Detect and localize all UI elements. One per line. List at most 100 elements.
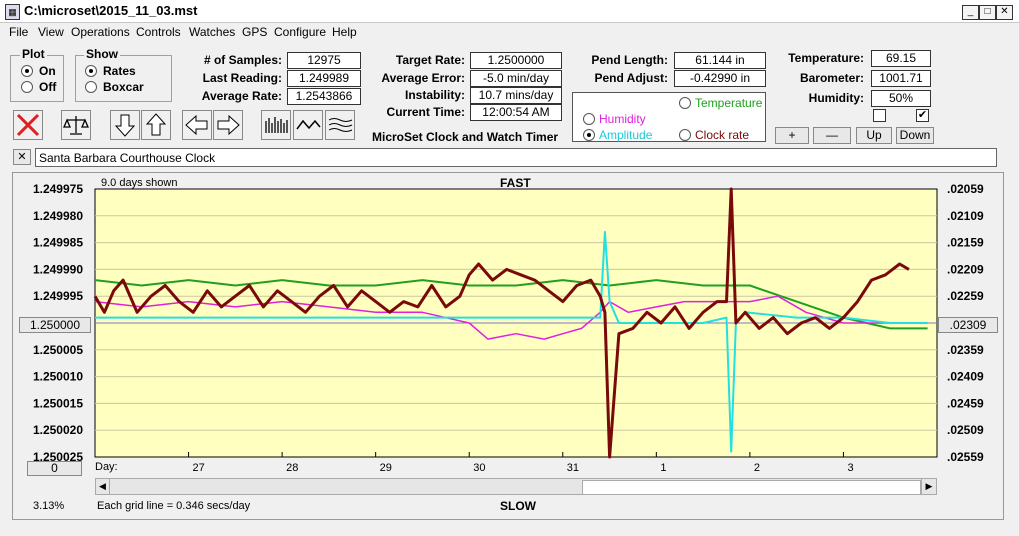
clock-name-field[interactable]: Santa Barbara Courthouse Clock (35, 148, 997, 167)
histogram-button[interactable] (261, 110, 291, 140)
y-tick-label: 1.250020 (33, 423, 83, 437)
instability-label: Instability: (404, 88, 465, 102)
right-arrow-button[interactable] (213, 110, 243, 140)
right-tick-label: .02559 (947, 450, 984, 464)
y-tick-label: 1.250025 (33, 450, 83, 464)
scroll-thumb[interactable] (582, 480, 921, 495)
y-tick-label: 1.250005 (33, 343, 83, 357)
checkbox-2[interactable]: ✔ (916, 109, 929, 122)
clock-rate-trace-label: Clock rate (695, 128, 750, 142)
y-tick-label: 1.249985 (33, 236, 83, 250)
app-subtitle: MicroSet Clock and Watch Timer (372, 130, 559, 144)
average-rate-label: Average Rate: (201, 89, 282, 103)
right-tick-label: .02109 (947, 209, 984, 223)
checkbox-1[interactable] (873, 109, 886, 122)
clear-name-button[interactable]: ✕ (13, 149, 31, 165)
waveform-icon (296, 119, 321, 130)
clock-name-text: Santa Barbara Courthouse Clock (39, 151, 216, 165)
menu-gps[interactable]: GPS (242, 25, 267, 39)
grid-note: Each grid line = 0.346 secs/day (97, 500, 251, 512)
x-tick-labels: 27 28 29 30 31 1 2 3 (193, 462, 854, 473)
current-time-value: 12:00:54 AM (470, 104, 562, 121)
show-boxcar-label: Boxcar (103, 80, 144, 94)
current-time-label: Current Time: (386, 105, 465, 119)
instability-value: 10.7 mins/day (470, 87, 562, 104)
smooth-lines-icon (328, 118, 353, 132)
up-arrow-button[interactable] (141, 110, 171, 140)
y-tick-label: 1.249995 (33, 289, 83, 303)
red-x-icon (16, 113, 40, 137)
horizontal-scrollbar[interactable]: ◀ ▶ (95, 478, 937, 495)
y-tick-label: 1.250015 (33, 396, 83, 410)
plot-on-radio[interactable] (21, 65, 33, 77)
last-reading-value: 1.249989 (287, 70, 361, 87)
humidity-radio[interactable] (583, 113, 595, 125)
arrow-left-icon (185, 114, 208, 136)
right-y-tick-labels: .02059 .02109 .02159 .02209 .02259 .02359 .024… (947, 182, 984, 464)
plot-off-label: Off (39, 80, 57, 94)
average-error-label: Average Error: (381, 71, 465, 85)
humidity-value: 50% (871, 90, 931, 107)
amplitude-radio[interactable] (583, 129, 595, 141)
barometer-label: Barometer: (799, 71, 864, 85)
average-error-value: -5.0 min/day (470, 70, 562, 87)
app-icon: ▦ (5, 4, 20, 20)
menu-help[interactable]: Help (332, 25, 357, 39)
amplitude-trace-label: Amplitude (599, 128, 653, 142)
menu-file[interactable]: File (9, 25, 28, 39)
plus-button[interactable]: + (775, 127, 809, 144)
show-rates-radio[interactable] (85, 65, 97, 77)
minus-button[interactable]: — (813, 127, 851, 144)
temperature-radio[interactable] (679, 97, 691, 109)
humidity-trace-label: Humidity (599, 112, 646, 126)
left-arrow-button[interactable] (182, 110, 212, 140)
scroll-left-icon[interactable]: ◀ (96, 479, 110, 494)
pend-length-label: Pend Length: (591, 53, 668, 67)
x-tick-label: 3 (847, 462, 853, 473)
menu-controls[interactable]: Controls (136, 25, 181, 39)
trace-selector: Temperature Humidity Amplitude Clock rat… (572, 92, 766, 142)
close-window-button[interactable]: ✕ (996, 5, 1013, 20)
maximize-button[interactable]: □ (979, 5, 996, 20)
samples-label: # of Samples: (203, 53, 282, 67)
chart-panel: 9.0 days shown FAST SLOW Each grid line … (12, 172, 1004, 520)
minimize-button[interactable]: _ (962, 5, 979, 20)
average-rate-value: 1.2543866 (287, 88, 361, 105)
x-tick-label: 31 (567, 462, 579, 473)
menu-view[interactable]: View (38, 25, 64, 39)
stop-button[interactable] (13, 110, 43, 140)
show-boxcar-radio[interactable] (85, 81, 97, 93)
smooth-button[interactable] (325, 110, 355, 140)
scroll-right-icon[interactable]: ▶ (921, 479, 936, 494)
right-tick-label: .02209 (947, 262, 984, 276)
x-tick-label: 1 (660, 462, 666, 473)
down-arrow-button[interactable] (110, 110, 140, 140)
arrow-right-icon (217, 114, 240, 136)
barometer-value: 1001.71 (871, 70, 931, 87)
down-button[interactable]: Down (896, 127, 934, 144)
menu-operations[interactable]: Operations (71, 25, 130, 39)
waveform-button[interactable] (293, 110, 323, 140)
rate-chart: 1.249975 1.249980 1.249985 1.249990 1.249995… (33, 182, 984, 473)
slow-label: SLOW (500, 499, 536, 513)
up-button[interactable]: Up (856, 127, 892, 144)
right-tick-label: .02159 (947, 236, 984, 250)
x-tick-label: 30 (473, 462, 485, 473)
right-tick-label: .02359 (947, 343, 984, 357)
left-y-tick-labels: 1.249975 1.249980 1.249985 1.249990 1.249995… (33, 182, 83, 464)
temperature-trace-label: Temperature (695, 96, 763, 110)
show-rates-label: Rates (103, 64, 136, 78)
balance-button[interactable] (61, 110, 91, 140)
target-rate-value[interactable]: 1.2500000 (470, 52, 562, 69)
clock-rate-radio[interactable] (679, 129, 691, 141)
plot-group (10, 55, 64, 102)
menu-configure[interactable]: Configure (274, 25, 326, 39)
arrow-down-icon (114, 114, 136, 137)
menu-watches[interactable]: Watches (189, 25, 235, 39)
y-tick-label: 1.250010 (33, 370, 83, 384)
plot-off-radio[interactable] (21, 81, 33, 93)
right-tick-label: .02409 (947, 370, 984, 384)
x-tick-label: 2 (754, 462, 760, 473)
window-title: C:\microset\2015_11_03.mst (24, 3, 198, 18)
right-tick-label: .02259 (947, 289, 984, 303)
